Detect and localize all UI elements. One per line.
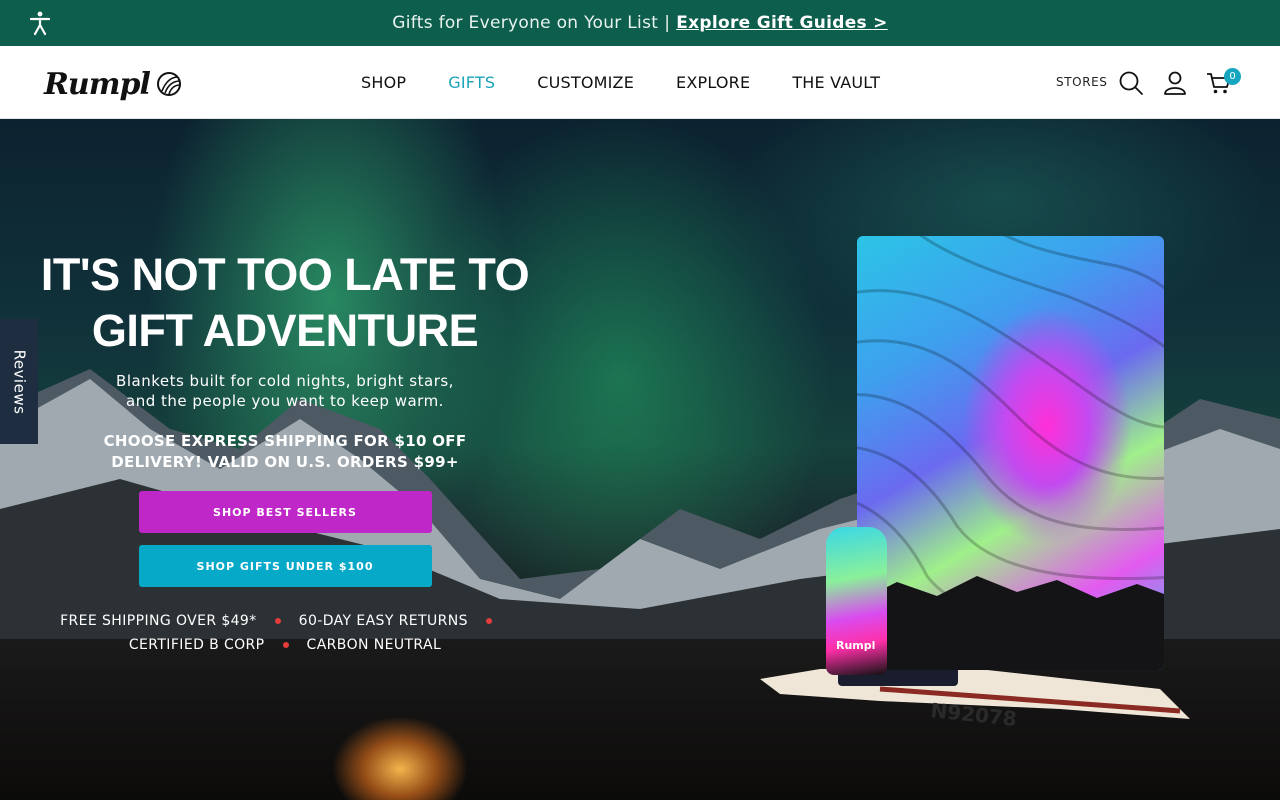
subheading-line-1: Blankets built for cold nights, bright s… <box>116 372 454 390</box>
badge-free-shipping: FREE SHIPPING OVER $49* <box>60 613 257 629</box>
search-icon[interactable] <box>1118 70 1144 96</box>
logo-leaf-icon <box>156 72 181 96</box>
rumpl-logo[interactable]: Rumpl <box>44 66 182 102</box>
badges-row-2: CERTIFIED B CORP CARBON NEUTRAL <box>40 633 530 657</box>
badge-separator-dot <box>485 618 492 624</box>
headline-line-1: IT'S NOT TOO LATE TO <box>40 249 530 300</box>
insulated-bottle-image <box>826 527 887 675</box>
cart-count-badge: 0 <box>1224 68 1241 85</box>
promo-line-1: CHOOSE EXPRESS SHIPPING FOR $10 OFF <box>103 432 467 450</box>
shop-gifts-under-100-button[interactable]: SHOP GIFTS UNDER $100 <box>138 545 432 587</box>
nav-item-explore[interactable]: EXPLORE <box>655 73 771 92</box>
account-icon[interactable] <box>1162 70 1188 96</box>
bottle-logo: Rumpl <box>836 639 876 652</box>
hero-banner: N92078 Rumpl Reviews IT'S NOT TOO LATE T… <box>0 119 1280 800</box>
nav-item-gifts[interactable]: GIFTS <box>427 73 516 92</box>
badge-easy-returns: 60-DAY EASY RETURNS <box>298 613 468 629</box>
reviews-tab-label: Reviews <box>10 349 28 414</box>
aurora-blanket-image <box>857 236 1164 670</box>
main-nav: SHOP GIFTS CUSTOMIZE EXPLORE THE VAULT <box>340 46 901 118</box>
hero-copy: IT'S NOT TOO LATE TO GIFT ADVENTURE Blan… <box>40 247 530 657</box>
explore-gift-guides-link[interactable]: Explore Gift Guides > <box>676 13 887 33</box>
badge-carbon-neutral: CARBON NEUTRAL <box>306 637 442 653</box>
stores-link[interactable]: STORES <box>1056 75 1108 89</box>
site-header: Rumpl SHOP GIFTS CUSTOMIZE EXPLORE THE V… <box>0 46 1280 119</box>
accessibility-icon[interactable] <box>27 10 53 36</box>
shipping-promo: CHOOSE EXPRESS SHIPPING FOR $10 OFF DELI… <box>40 431 530 473</box>
hero-subheading: Blankets built for cold nights, bright s… <box>40 371 530 411</box>
badges-row-1: FREE SHIPPING OVER $49* 60-DAY EASY RETUR… <box>40 609 530 633</box>
campfire-glow <box>300 679 500 800</box>
logo-wordmark: Rumpl <box>44 66 151 102</box>
nav-item-the-vault[interactable]: THE VAULT <box>771 73 901 92</box>
nav-item-customize[interactable]: CUSTOMIZE <box>516 73 655 92</box>
promo-line-2: DELIVERY! VALID ON U.S. ORDERS $99+ <box>111 453 459 471</box>
badge-b-corp: CERTIFIED B CORP <box>128 637 265 653</box>
announcement-text: Gifts for Everyone on Your List <box>392 13 659 33</box>
announcement-separator: | <box>664 13 671 33</box>
value-badges: FREE SHIPPING OVER $49* 60-DAY EASY RETUR… <box>40 609 530 657</box>
hero-headline: IT'S NOT TOO LATE TO GIFT ADVENTURE <box>40 247 530 359</box>
headline-line-2: GIFT ADVENTURE <box>91 305 479 356</box>
announcement-bar: Gifts for Everyone on Your List | Explor… <box>0 0 1280 46</box>
nav-item-shop[interactable]: SHOP <box>340 73 427 92</box>
reviews-tab[interactable]: Reviews <box>0 319 38 444</box>
badge-separator-dot <box>274 618 281 624</box>
subheading-line-2: and the people you want to keep warm. <box>126 392 444 410</box>
shop-best-sellers-button[interactable]: SHOP BEST SELLERS <box>138 491 432 533</box>
badge-separator-dot <box>282 642 289 648</box>
blanket-mountain-print <box>857 576 1164 670</box>
